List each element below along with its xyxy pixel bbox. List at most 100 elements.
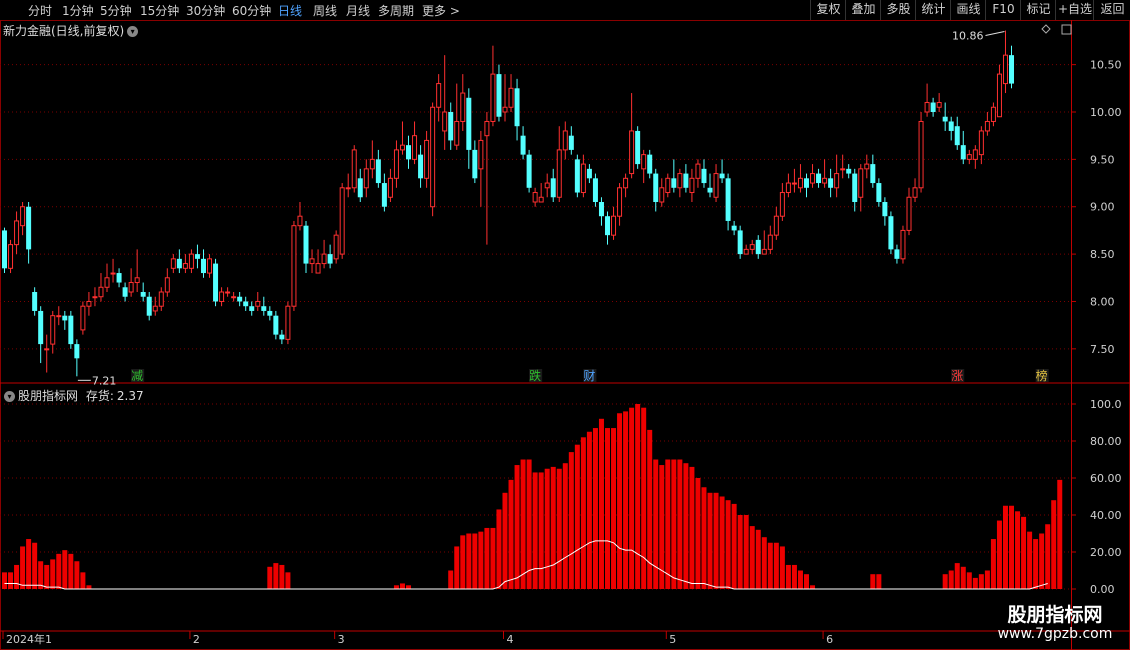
candle-up [297,215,303,227]
indicator-site-name: 股朋指标网 [18,389,79,403]
candle-down [38,310,44,345]
indicator-bar [1045,524,1051,589]
indicator-bar [761,537,767,589]
candle-down [62,315,68,321]
toolbar-button-2[interactable]: 多股 [880,0,916,20]
candle-up [695,163,701,179]
candle-down [279,334,285,340]
candle-up [906,196,912,231]
candle-up [442,111,448,132]
period-tab-1[interactable]: 1分钟 [62,2,94,19]
indicator-bar [454,546,460,589]
indicator-value: 2.37 [116,389,144,403]
candle-up [454,120,460,146]
candle-up [98,286,104,298]
candle-down [894,249,900,259]
candle-down [26,206,32,250]
toolbar-button-5[interactable]: F10 [985,0,1021,20]
candle-down [725,178,731,221]
candle-up [484,120,490,137]
candle-down [213,263,219,302]
toolbar-button-4[interactable]: 画线 [950,0,986,20]
chevron-down-icon[interactable]: ▾ [127,26,139,37]
candle-up [900,229,906,260]
indicator-bar [267,566,273,589]
indicator-bar [948,570,954,589]
period-tab-5[interactable]: 60分钟 [232,2,271,19]
candle-down [828,178,834,188]
candle-up [164,277,170,293]
candle-up [424,139,430,179]
candle-up [339,187,345,255]
indicator-bar [1057,479,1063,589]
candle-up [532,192,538,203]
toolbar-button-3[interactable]: 统计 [915,0,951,20]
high-price-label: 10.86 [952,30,984,43]
sub-tick-label: 40.00 [1090,509,1122,522]
indicator-bar [1002,505,1008,589]
candle-up [791,182,797,185]
period-tab-3[interactable]: 15分钟 [140,2,179,19]
candle-down [267,310,273,316]
indicator-bar [876,574,882,589]
candle-up [128,282,134,293]
chart-area: 10.50 10.00 9.50 9.00 8.50 8.00 7.50 10.86 7.21 减… [0,20,1130,650]
event-marker: 榜 [1036,368,1048,383]
candle-down [418,154,424,179]
period-tab-10[interactable]: 更多 > [422,2,460,19]
panel-toggle-icon [1061,24,1072,35]
candle-down [653,173,659,202]
indicator-bar [1051,500,1057,589]
toolbar-button-7[interactable]: +自选 [1055,0,1094,20]
period-tab-9[interactable]: 多周期 [378,2,414,19]
candle-down [701,168,707,184]
sub-panel-title[interactable]: ▾ 股朋指标网 存货: 2.37 [4,387,144,404]
candle-down [140,292,146,297]
candle-down [273,315,279,335]
candle-down [568,135,574,150]
price-tick-label: 10.00 [1090,106,1122,119]
indicator-bar [605,428,610,589]
indicator-bar [484,527,490,589]
candle-up [291,225,297,307]
indicator-bar [701,487,707,589]
toolbar-button-6[interactable]: 标记 [1020,0,1056,20]
event-marker: 涨 [951,368,963,383]
sub-tick-label: 60.00 [1090,472,1122,485]
candle-down [719,173,725,179]
chevron-down-icon[interactable]: ▾ [4,391,15,402]
period-tab-7[interactable]: 周线 [313,2,337,19]
candle-down [605,216,610,236]
period-tab-6[interactable]: 日线 [278,2,302,19]
indicator-bar [568,452,574,589]
candle-up [1002,54,1008,85]
period-tab-4[interactable]: 30分钟 [186,2,225,19]
candle-down [647,154,653,174]
high-arrow-line [985,31,1005,37]
candle-up [315,263,321,274]
candle-up [978,130,984,156]
toolbar-button-0[interactable]: 复权 [810,0,846,20]
candle-up [834,173,840,189]
indicator-bar [1039,533,1045,589]
candle-down [200,258,206,274]
sub-tick-label: 0.00 [1090,583,1115,596]
indicator-bar [20,546,26,589]
toolbar-button-1[interactable]: 叠加 [845,0,881,20]
toolbar-button-8[interactable]: 返回 [1093,0,1130,20]
period-tab-8[interactable]: 月线 [346,2,370,19]
candle-down [472,149,478,179]
period-tab-2[interactable]: 5分钟 [100,2,132,19]
candle-down [737,230,743,255]
indicator-bar [623,411,629,589]
period-tab-0[interactable]: 分时 [28,2,52,19]
candle-down [816,173,822,184]
candle-up [92,296,98,299]
indicator-line [4,540,1048,590]
main-panel-title[interactable]: 新力金融(日线,前复权) ▾ [3,22,139,39]
indicator-bar [514,465,520,589]
indicator-bar [773,542,779,589]
indicator-bar [8,572,14,589]
indicator-bar [466,533,472,589]
candle-down [32,292,38,311]
